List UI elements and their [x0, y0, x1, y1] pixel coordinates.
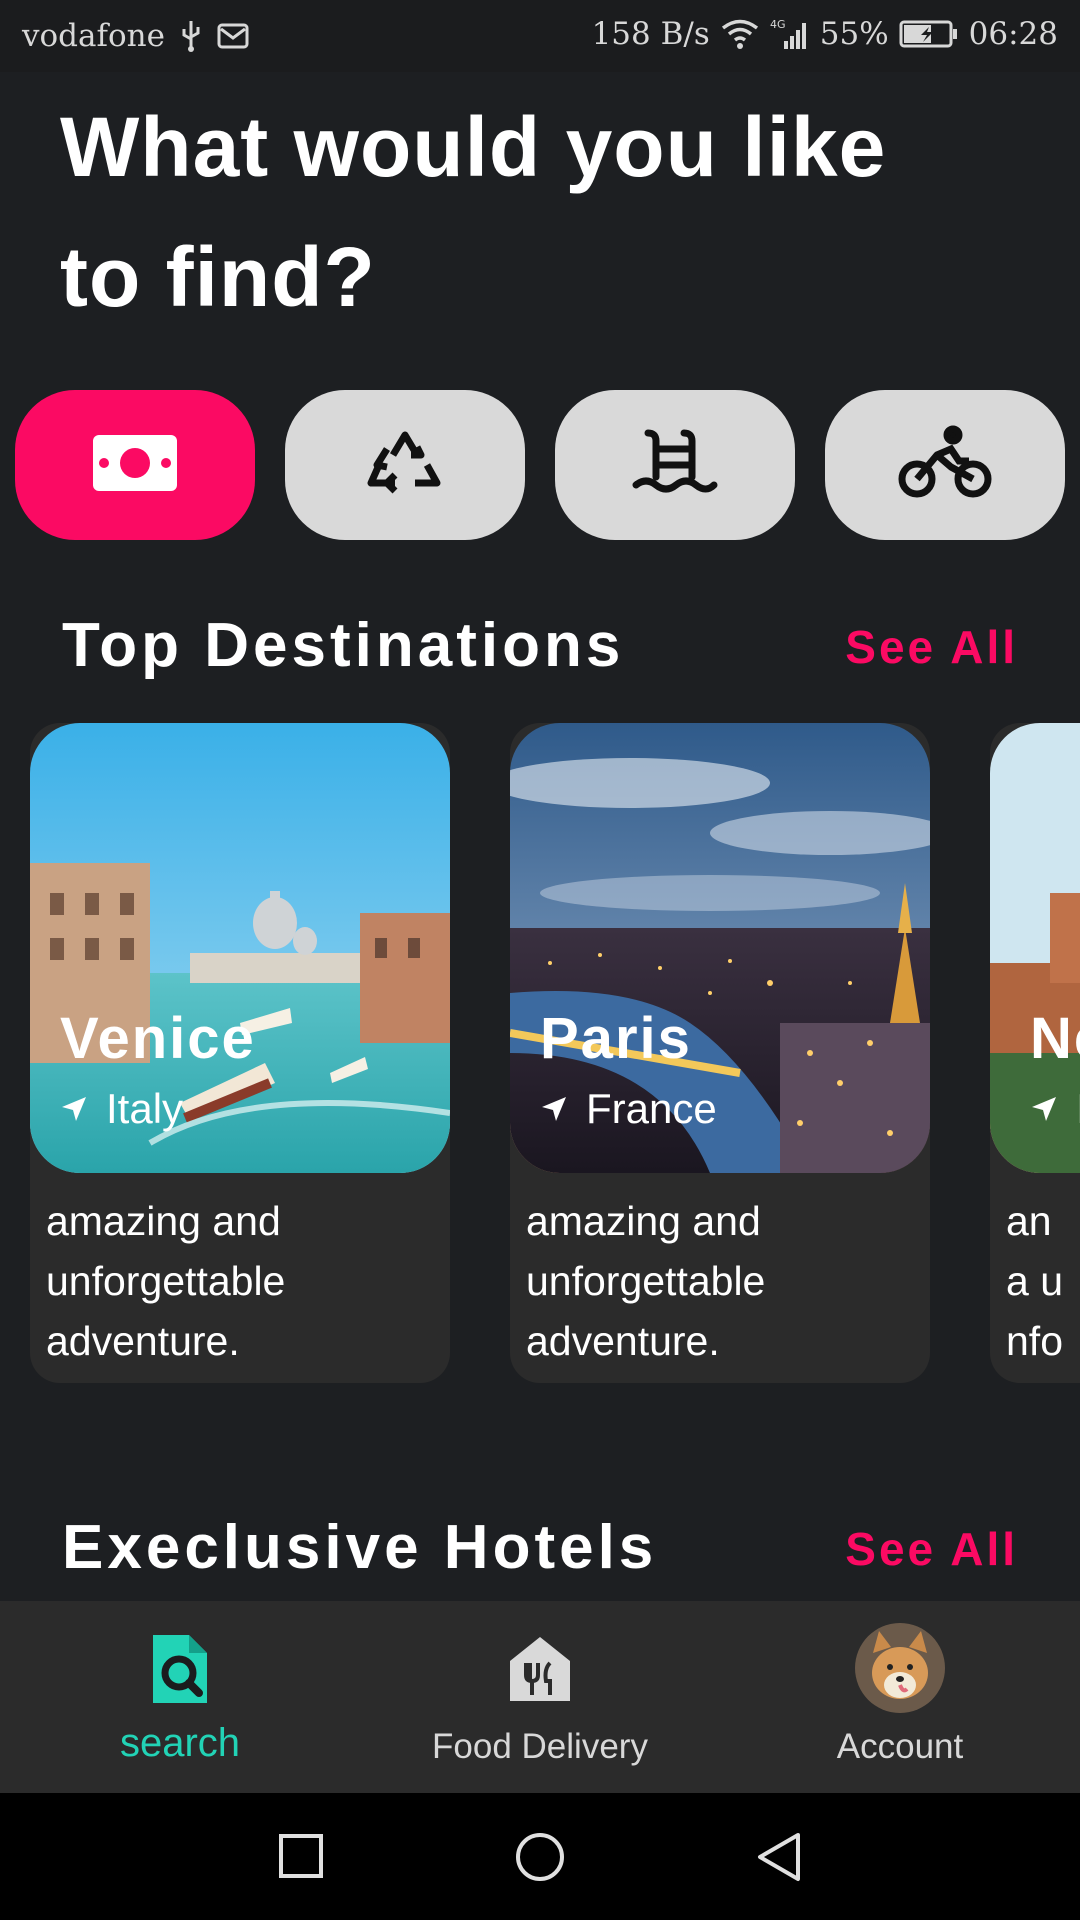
clock: 06:28 — [968, 16, 1058, 52]
destination-card-paris[interactable]: Paris France amazing and unforgettable a… — [510, 723, 930, 1383]
system-nav-bar — [0, 1793, 1080, 1920]
location-arrow-icon — [540, 1085, 568, 1133]
signal-icon: 4G — [770, 17, 810, 51]
net-speed: 158 B/s — [591, 16, 710, 52]
destination-country-label: I — [1076, 1085, 1080, 1133]
back-icon[interactable] — [756, 1831, 802, 1888]
destination-card-venice[interactable]: Venice Italy amazing and unforgettable a… — [30, 723, 450, 1383]
category-recycle-button[interactable] — [285, 390, 525, 540]
page-title: What would you like to find? — [60, 100, 887, 324]
destination-city: Ne — [1030, 1006, 1080, 1071]
nav-label: Account — [836, 1727, 964, 1766]
search-doc-icon — [149, 1631, 211, 1712]
destination-country-label: France — [586, 1085, 717, 1132]
svg-text:4G: 4G — [770, 18, 786, 31]
wifi-icon — [720, 18, 760, 50]
nav-label: search — [119, 1721, 241, 1765]
recycle-icon — [365, 425, 445, 506]
avatar — [855, 1623, 945, 1718]
destination-country-label: Italy — [106, 1085, 184, 1132]
top-destinations-title: Top Destinations — [62, 611, 625, 680]
category-money-button[interactable] — [15, 390, 255, 540]
destination-city: Paris — [540, 1006, 692, 1071]
food-icon — [508, 1635, 572, 1708]
hotels-title: Execlusive Hotels — [62, 1513, 658, 1582]
home-icon[interactable] — [514, 1831, 566, 1888]
location-arrow-icon — [60, 1085, 88, 1133]
location-arrow-icon — [1030, 1085, 1058, 1133]
bicycle-icon — [897, 425, 993, 506]
nav-item-account[interactable]: Account — [780, 1601, 1020, 1793]
category-pool-button[interactable] — [555, 390, 795, 540]
battery-icon — [899, 19, 959, 49]
destination-country: France — [540, 1085, 717, 1133]
top-destinations-see-all-link[interactable]: See All — [845, 620, 1018, 674]
usb-icon — [179, 19, 203, 53]
recent-apps-icon[interactable] — [278, 1833, 324, 1884]
destination-city: Venice — [60, 1006, 256, 1071]
destination-country: Italy — [60, 1085, 183, 1133]
destination-card-partial[interactable]: Ne I an a unfo adve — [990, 723, 1080, 1383]
money-icon — [91, 433, 179, 498]
destination-description: amazing and unforgettable adventure. — [46, 1198, 286, 1364]
nav-item-search[interactable]: search — [60, 1601, 300, 1793]
nav-item-food-delivery[interactable]: Food Delivery — [400, 1601, 680, 1793]
category-bicycle-button[interactable] — [825, 390, 1065, 540]
destination-country: I — [1030, 1085, 1080, 1133]
status-bar: vodafone 158 B/s 4G 55% 06:28 — [0, 0, 1080, 72]
battery-percent: 55% — [819, 16, 889, 52]
hotels-see-all-link[interactable]: See All — [845, 1522, 1018, 1576]
mail-icon — [217, 23, 249, 49]
pool-icon — [632, 427, 718, 504]
destination-description: an a unfo adve — [1006, 1198, 1072, 1383]
nav-label: Food Delivery — [432, 1727, 648, 1766]
destination-description: amazing and unforgettable adventure. — [526, 1198, 766, 1364]
bottom-nav: search Food Delivery Account — [0, 1601, 1080, 1793]
carrier-label: vodafone — [22, 18, 165, 54]
